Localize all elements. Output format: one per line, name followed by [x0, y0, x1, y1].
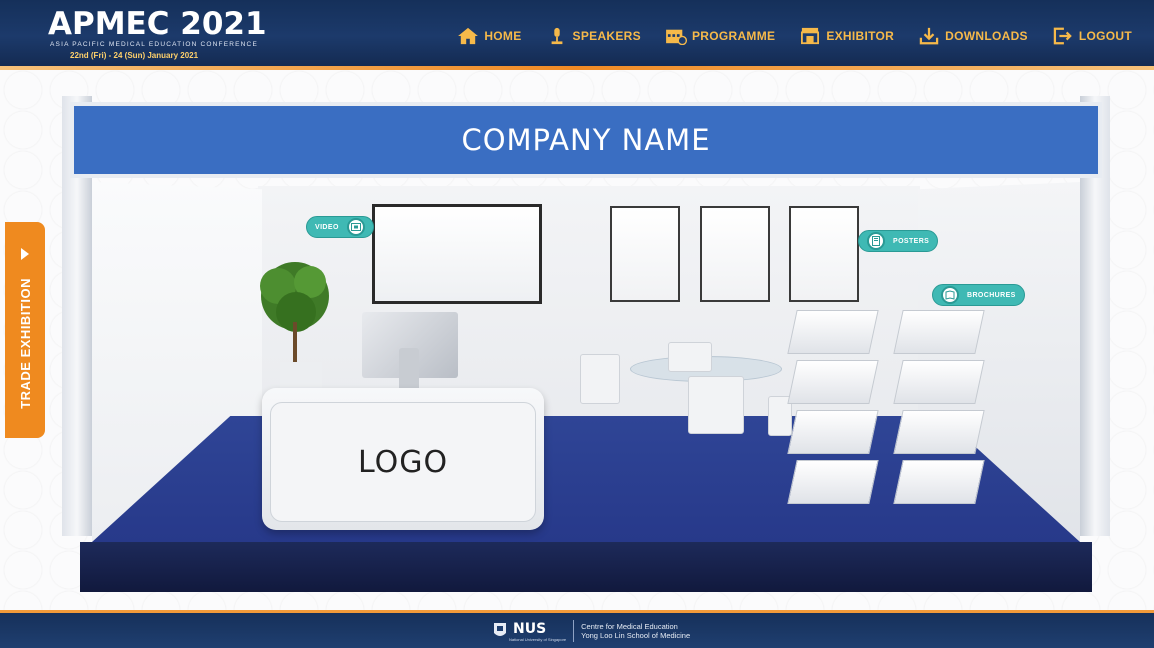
footer-line-2: Yong Loo Lin School of Medicine	[581, 631, 691, 640]
poster-frame-1[interactable]	[610, 206, 680, 302]
nav-home[interactable]: HOME	[457, 27, 521, 45]
brochures-hotspot[interactable]: BROCHURES	[932, 284, 1025, 306]
footer-line-1: Centre for Medical Education	[581, 622, 678, 631]
chair	[580, 354, 620, 404]
video-icon	[346, 218, 365, 236]
company-name-banner: COMPANY NAME	[70, 102, 1102, 178]
nus-wordmark: NUS	[513, 620, 547, 637]
nus-cme-logo: NUS National University of Singapore Cen…	[493, 620, 690, 642]
nav-downloads[interactable]: DOWNLOADS	[918, 27, 1028, 45]
brochure-icon	[941, 286, 959, 304]
brochures-hotspot-label: BROCHURES	[967, 291, 1016, 299]
video-hotspot[interactable]: VIDEO	[306, 216, 374, 238]
brand-dates: 22nd (Fri) - 24 (Sun) January 2021	[70, 51, 199, 60]
brand-subtitle: ASIA PACIFIC MEDICAL EDUCATION CONFERENC…	[50, 41, 258, 48]
video-hotspot-label: VIDEO	[315, 223, 339, 231]
chair	[668, 342, 712, 372]
chair	[688, 376, 744, 434]
trade-exhibition-tab[interactable]: TRADE EXHIBITION	[5, 222, 45, 438]
trade-exhibition-label: TRADE EXHIBITION	[17, 278, 33, 409]
company-logo[interactable]: LOGO	[270, 402, 536, 522]
footer: NUS National University of Singapore Cen…	[0, 610, 1154, 648]
reception-counter: LOGO	[262, 388, 544, 530]
posters-hotspot-label: POSTERS	[893, 237, 930, 245]
poster-frame-2[interactable]	[700, 206, 770, 302]
brochure-rack-2[interactable]	[893, 310, 985, 520]
nav-exhibitor[interactable]: EXHIBITOR	[799, 27, 894, 45]
footer-divider	[573, 620, 575, 642]
nav-programme[interactable]: PROGRAMME	[665, 27, 775, 45]
download-icon	[919, 27, 939, 45]
nav-exhibitor-label: EXHIBITOR	[826, 29, 895, 43]
microphone-icon	[551, 27, 562, 45]
nus-fullname: National University of Singapore	[509, 636, 567, 642]
calendar-icon	[666, 29, 687, 45]
nav-logout[interactable]: LOGOUT	[1052, 27, 1132, 45]
nav-downloads-label: DOWNLOADS	[945, 29, 1028, 43]
exhibition-booth: COMPANY NAME LOGO VIDEO POSTERS BROCHURE…	[62, 96, 1110, 592]
video-screen[interactable]	[372, 204, 542, 304]
booth-base	[80, 542, 1092, 592]
poster-frame-3[interactable]	[789, 206, 859, 302]
main-nav: HOME SPEAKERS PROGRAMME EXHIBITOR DOWNLO…	[433, 27, 1132, 45]
brand-logo[interactable]: APMEC 2021 ASIA PACIFIC MEDICAL EDUCATIO…	[48, 8, 267, 60]
top-header: APMEC 2021 ASIA PACIFIC MEDICAL EDUCATIO…	[0, 0, 1154, 70]
brochure-rack-1[interactable]	[787, 310, 879, 520]
nav-home-label: HOME	[484, 29, 522, 43]
nav-speakers-label: SPEAKERS	[572, 29, 641, 43]
arrow-right-icon	[21, 248, 29, 260]
posters-hotspot[interactable]: POSTERS	[858, 230, 939, 252]
plant-decoration	[260, 262, 329, 362]
booth-icon	[801, 27, 820, 45]
poster-icon	[867, 232, 885, 250]
nus-crest-icon	[494, 623, 506, 636]
logout-icon	[1053, 27, 1072, 45]
nav-programme-label: PROGRAMME	[691, 29, 776, 43]
nav-logout-label: LOGOUT	[1078, 29, 1132, 43]
brand-title: APMEC 2021	[48, 6, 267, 42]
home-icon	[458, 27, 479, 45]
nav-speakers[interactable]: SPEAKERS	[546, 27, 641, 45]
